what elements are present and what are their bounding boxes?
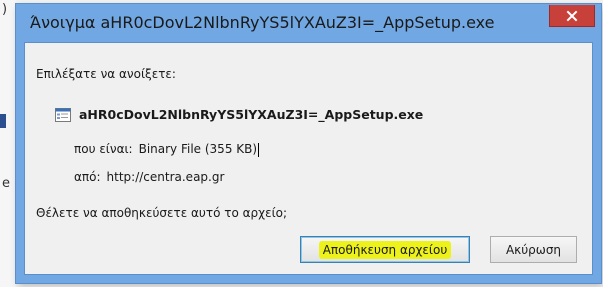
file-source-row: από: http://centra.eap.gr: [74, 170, 224, 184]
file-type-row: που είναι: Binary File (355 KB): [74, 142, 260, 157]
background-marker: [0, 114, 6, 128]
background-glyph-top: ): [2, 2, 8, 17]
title-bar[interactable]: Άνοιγμα aHR0cDovL2NlbnRyYS5lYXAuZ3I=_App…: [16, 4, 601, 42]
close-icon: [566, 10, 578, 21]
close-button[interactable]: [549, 5, 595, 27]
file-source-value: http://centra.eap.gr: [106, 170, 225, 184]
file-row: aHR0cDovL2NlbnRyYS5lYXAuZ3I=_AppSetup.ex…: [55, 107, 423, 122]
cancel-button[interactable]: Ακύρωση: [490, 236, 577, 263]
background-glyph-bottom: e: [2, 176, 10, 191]
save-question: Θέλετε να αποθηκεύσετε αυτό το αρχείο;: [36, 206, 288, 220]
window-title: Άνοιγμα aHR0cDovL2NlbnRyYS5lYXAuZ3I=_App…: [30, 13, 495, 32]
exe-file-icon: [55, 107, 71, 122]
open-file-dialog: Άνοιγμα aHR0cDovL2NlbnRyYS5lYXAuZ3I=_App…: [16, 4, 601, 283]
file-type-label: που είναι:: [74, 142, 133, 156]
open-prompt: Επιλέξατε να ανοίξετε:: [36, 67, 176, 81]
file-type-value: Binary File (355 KB): [138, 142, 258, 156]
dialog-content: Επιλέξατε να ανοίξετε: aHR0cDovL2NlbnRyY…: [24, 42, 593, 275]
file-source-label: από:: [74, 170, 101, 184]
file-name: aHR0cDovL2NlbnRyYS5lYXAuZ3I=_AppSetup.ex…: [79, 107, 424, 122]
save-file-button-label: Αποθήκευση αρχείου: [318, 240, 452, 259]
background-window-strip: ) e: [0, 0, 16, 287]
save-file-button[interactable]: Αποθήκευση αρχείου: [300, 236, 470, 263]
text-caret: [258, 142, 260, 157]
